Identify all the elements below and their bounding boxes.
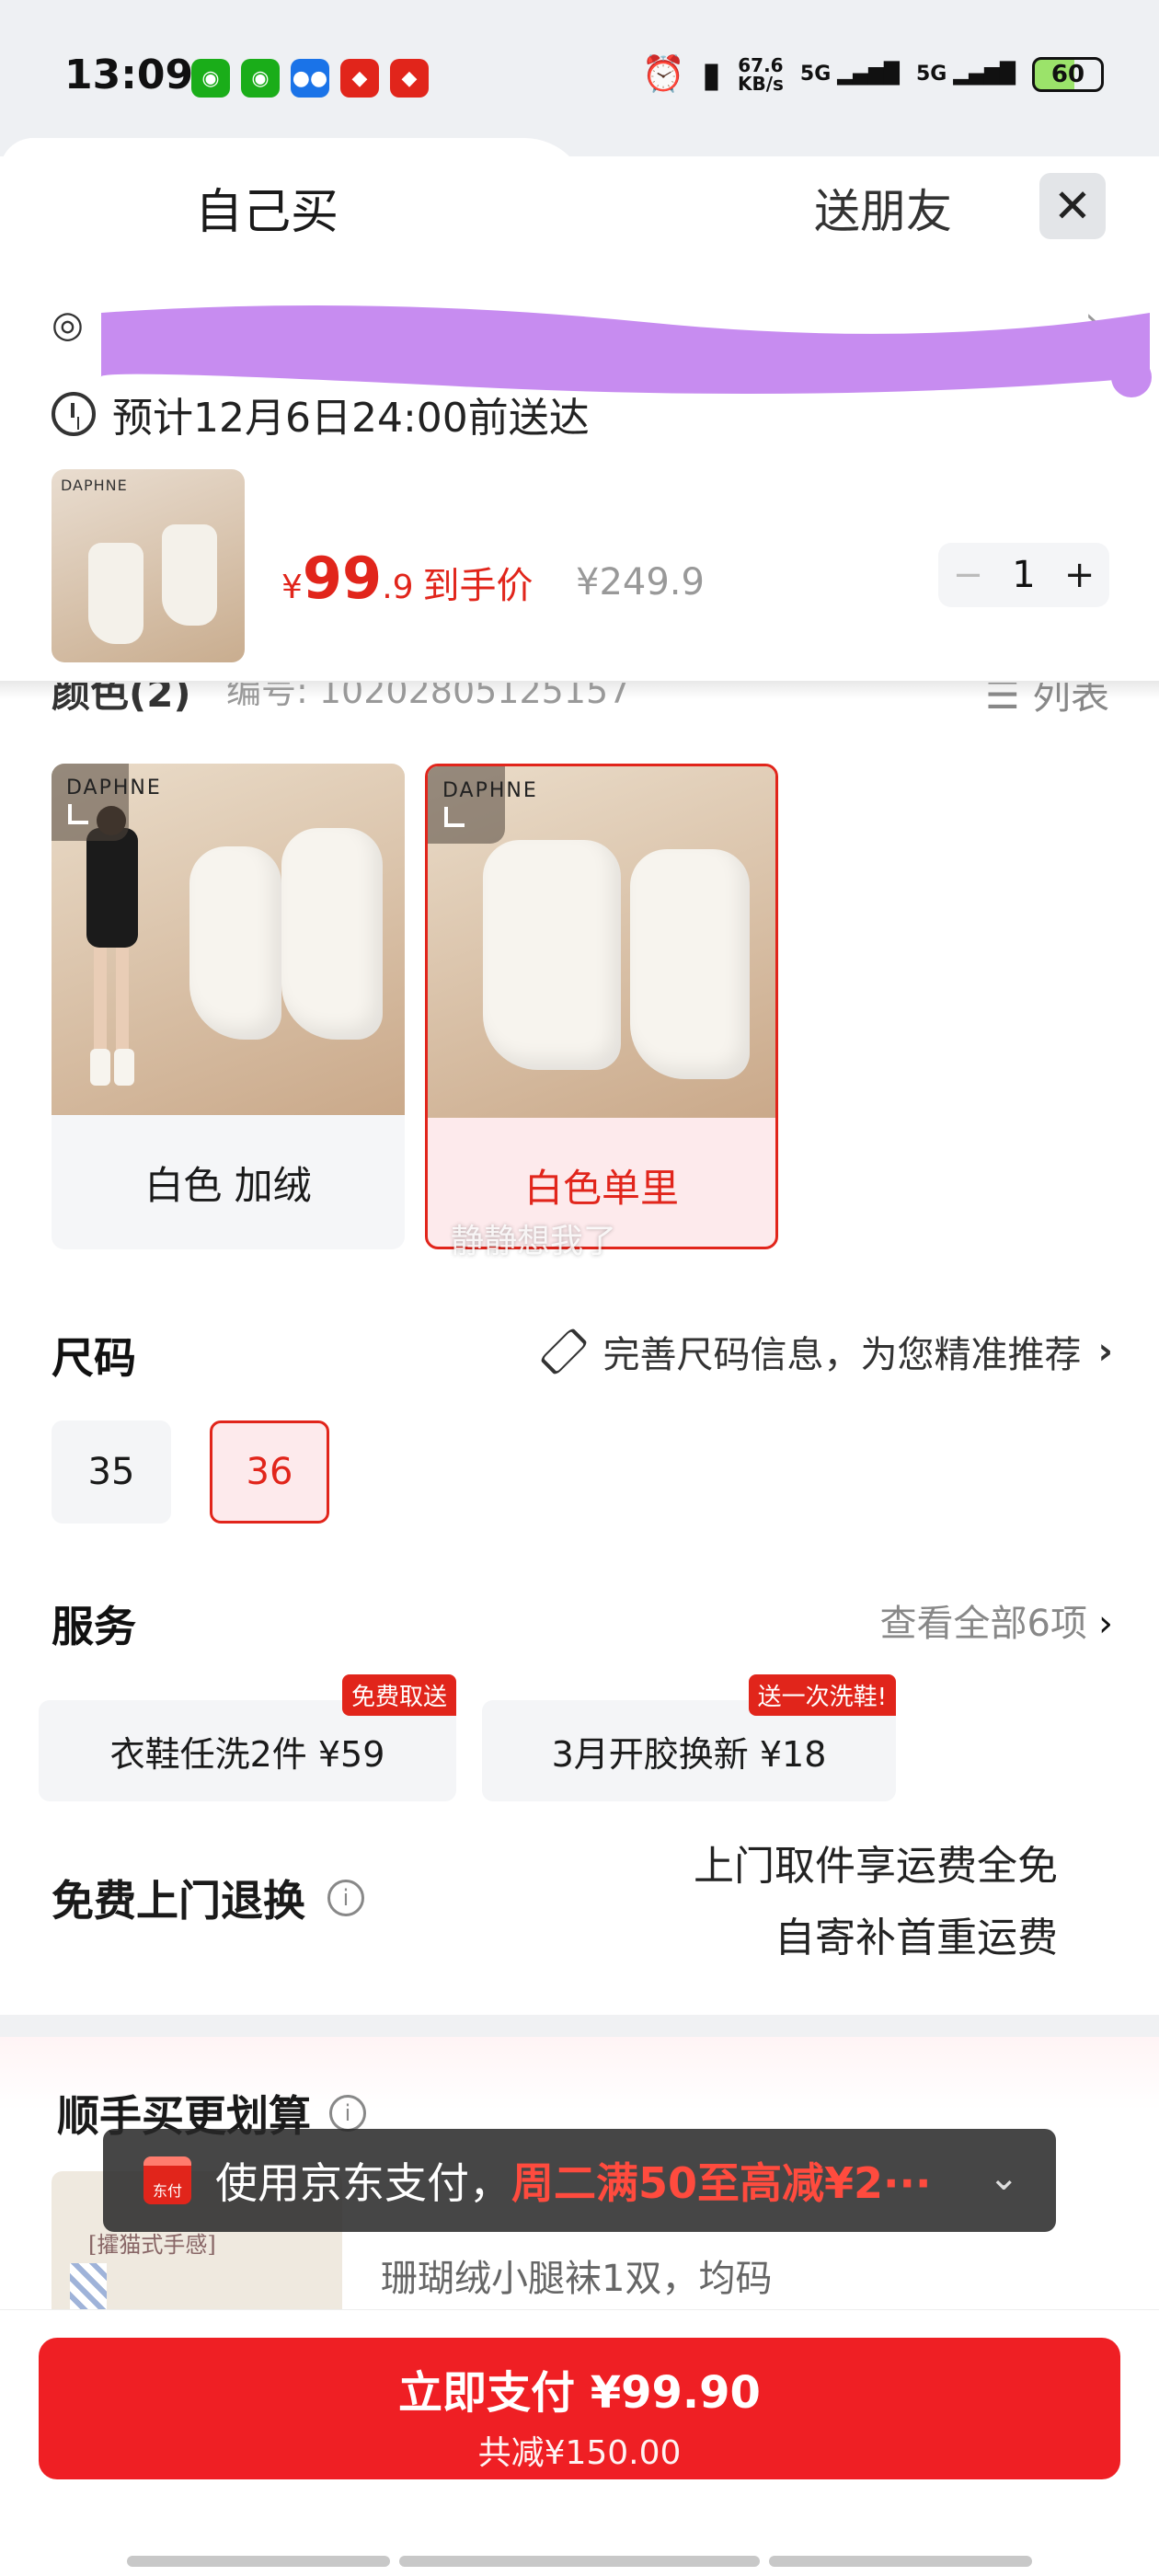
- ruler-icon: [538, 1327, 589, 1376]
- color-option-white-single[interactable]: DAPHNE 白色单里: [425, 764, 778, 1249]
- signal-5g-2: 5G ▂▄▆█: [915, 63, 1016, 86]
- list-view-toggle[interactable]: ☰ 列表: [985, 683, 1109, 719]
- service-option-repair[interactable]: 3月开胶换新 ¥18 送一次洗鞋!: [482, 1674, 896, 1801]
- status-bar: 13:09 ◉ ◉ ●● ◆ ◆ ⏰ ▮ 67.6 KB/s 5G ▂▄▆█ 5…: [0, 0, 1159, 156]
- system-indicators: ⏰ ▮ 67.6 KB/s 5G ▂▄▆█ 5G ▂▄▆█ 60: [642, 53, 1104, 95]
- toast-text: 使用京东支付，: [215, 2158, 511, 2208]
- service-label: 衣鞋任洗2件 ¥59: [109, 1733, 385, 1775]
- boot-left: [189, 846, 281, 1040]
- location-icon: ◎: [52, 304, 84, 346]
- boot-left: [483, 840, 621, 1070]
- expand-icon[interactable]: [52, 764, 129, 841]
- nav-gesture-bar[interactable]: [769, 2556, 1032, 2567]
- product-thumbnail[interactable]: DAPHNE: [52, 469, 245, 662]
- service-label: 3月开胶换新 ¥18: [551, 1733, 827, 1775]
- pay-main-label: 立即支付 ¥99.90: [398, 2367, 761, 2419]
- boot-image-2: [162, 524, 217, 626]
- chevron-down-icon[interactable]: ⌄: [988, 2156, 1019, 2199]
- pay-discount-label: 共减¥150.00: [477, 2434, 682, 2472]
- size-option-36[interactable]: 36: [210, 1420, 329, 1524]
- color-option-white-fleece[interactable]: DAPHNE 白色 加绒: [52, 764, 405, 1249]
- jd-notification-icon-2: ◆: [390, 59, 429, 98]
- jd-pay-promo-banner[interactable]: 东付 使用京东支付， 周二满50至高减¥2··· ⌄: [103, 2129, 1056, 2232]
- swatch-brand: DAPHNE: [66, 776, 162, 799]
- boot-right: [281, 828, 383, 1040]
- purchase-mode-tabs: 自己买 送朋友 ✕: [0, 138, 1159, 276]
- delivery-text: 预计12月6日24:00前送达: [112, 395, 590, 442]
- color-section-header: 颜色(2) 编号: 10202805125157 ☰ 列表: [52, 683, 1109, 719]
- bottom-bar: 立即支付 ¥99.90 共减¥150.00: [0, 2309, 1159, 2576]
- nav-gesture-bar[interactable]: [399, 2556, 760, 2567]
- model-figure: [86, 806, 138, 1086]
- qty-plus-button[interactable]: +: [1064, 554, 1096, 596]
- final-price: ¥99.9 到手价: [281, 545, 534, 612]
- chevron-right-icon: ›: [1098, 1603, 1113, 1645]
- tab-buy-self[interactable]: 自己买: [0, 138, 589, 276]
- service-option-wash[interactable]: 衣鞋任洗2件 ¥59 免费取送: [39, 1674, 456, 1801]
- notification-icons: ◉ ◉ ●● ◆ ◆: [191, 59, 429, 98]
- service-title: 服务: [52, 1602, 136, 1651]
- toast-promo: 周二满50至高减¥2···: [511, 2158, 932, 2208]
- battery-indicator: 60: [1032, 56, 1104, 92]
- clock-icon: [52, 392, 96, 436]
- app-notification-icon: ●●: [291, 59, 329, 98]
- vibrate-icon: ▮: [702, 53, 721, 95]
- close-button[interactable]: ✕: [1039, 173, 1106, 239]
- chevron-right-icon: ›: [1097, 1330, 1113, 1373]
- expand-icon[interactable]: [428, 766, 505, 844]
- section-divider: [0, 2015, 1159, 2037]
- size-title: 尺码: [52, 1333, 136, 1383]
- service-tag: 免费取送: [341, 1674, 456, 1716]
- see-all-services-link[interactable]: 查看全部6项 ›: [880, 1593, 1113, 1647]
- pay-now-button[interactable]: 立即支付 ¥99.90 共减¥150.00: [39, 2338, 1120, 2479]
- wechat-icon-2: ◉: [241, 59, 280, 98]
- qty-minus-button[interactable]: −: [953, 554, 984, 596]
- alarm-icon: ⏰: [641, 53, 686, 94]
- thumb-brand: DAPHNE: [61, 477, 128, 494]
- nav-gesture-bar[interactable]: [127, 2556, 390, 2567]
- status-time: 13:09: [64, 52, 194, 98]
- bundle-item-name: 珊瑚绒小腿袜1双，均码: [381, 2258, 773, 2300]
- wechat-icon: ◉: [191, 59, 230, 98]
- jd-pay-icon: 东付: [143, 2156, 191, 2204]
- jd-notification-icon: ◆: [340, 59, 379, 98]
- qty-value: 1: [1012, 554, 1036, 596]
- boot-image: [88, 543, 143, 644]
- return-description: 上门取件享运费全免 自寄补首重运费: [694, 1843, 1058, 1961]
- free-return-title: 免费上门退换 i: [52, 1868, 364, 1928]
- info-icon[interactable]: i: [329, 2095, 366, 2132]
- network-speed: 67.6 KB/s: [737, 53, 784, 95]
- product-code: 编号: 10202805125157: [226, 683, 631, 711]
- boot-right: [630, 849, 750, 1079]
- quantity-stepper: − 1 +: [938, 543, 1109, 607]
- swatch-brand: DAPHNE: [442, 779, 538, 802]
- signal-5g-1: 5G ▂▄▆█: [799, 63, 900, 86]
- list-icon: ☰: [984, 683, 1032, 718]
- size-hint-text: 完善尺码信息，为您精准推荐: [602, 1334, 1082, 1376]
- tab-send-friend[interactable]: 送朋友: [717, 175, 1049, 239]
- size-option-35[interactable]: 35: [52, 1420, 171, 1524]
- swatch-label: 白色 加绒: [144, 1162, 312, 1208]
- delivery-estimate: 预计12月6日24:00前送达: [52, 385, 590, 443]
- original-price: ¥249.9: [576, 561, 705, 604]
- info-icon[interactable]: i: [327, 1880, 364, 1916]
- size-recommend-link[interactable]: 完善尺码信息，为您精准推荐 ›: [538, 1325, 1113, 1378]
- close-icon: ✕: [1053, 179, 1092, 233]
- product-summary: DAPHNE ¥99.9 到手价 ¥249.9 − 1 +: [52, 469, 1109, 662]
- watermark-text: 静静想我了: [451, 1223, 617, 1260]
- color-title: 颜色(2): [52, 683, 191, 716]
- service-tag: 送一次洗鞋!: [748, 1674, 896, 1716]
